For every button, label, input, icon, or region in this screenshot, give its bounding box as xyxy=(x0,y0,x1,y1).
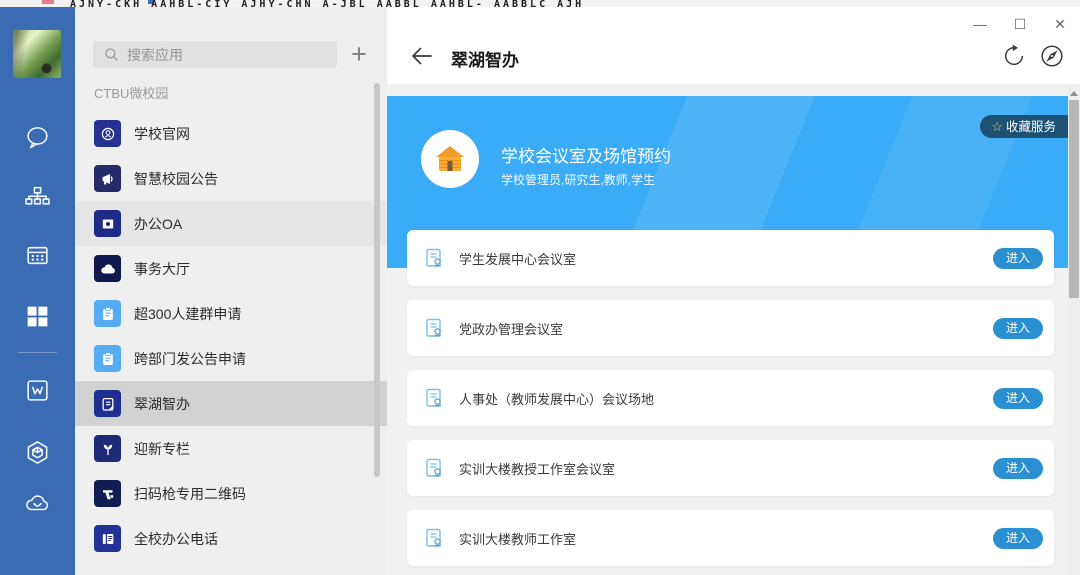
workbench-icon[interactable] xyxy=(24,303,51,330)
drive-icon[interactable] xyxy=(24,439,51,466)
app-label: 翠湖智办 xyxy=(134,394,190,414)
enter-button[interactable]: 进入 xyxy=(993,318,1043,339)
search-input[interactable] xyxy=(127,47,317,63)
meeting-icon[interactable] xyxy=(24,490,51,517)
clipboard-icon xyxy=(94,345,121,372)
app-list-item[interactable]: 跨部门发公告申请 xyxy=(75,336,387,381)
hut-icon xyxy=(421,130,479,188)
contacts-icon[interactable] xyxy=(24,184,51,211)
app-list-scrollbar-thumb[interactable] xyxy=(374,83,380,477)
app-label: 全校办公电话 xyxy=(134,529,218,549)
artifact-text: AJNY-CKH AAHBL-CIY AJHY-CHN A-JBL AABBL … xyxy=(0,0,584,7)
app-label: 办公OA xyxy=(134,214,182,234)
back-arrow-icon[interactable] xyxy=(409,43,435,69)
app-list-item[interactable]: 超300人建群申请 xyxy=(75,291,387,336)
rail-divider xyxy=(18,352,57,353)
app-label: 智慧校园公告 xyxy=(134,169,218,189)
favorite-service-badge[interactable]: ☆收藏服务 xyxy=(980,115,1068,138)
main-scrollbar-thumb[interactable] xyxy=(1069,100,1079,298)
app-label: 超300人建群申请 xyxy=(134,304,241,324)
nav-rail xyxy=(0,7,75,575)
app-list-item[interactable]: 迎新专栏 xyxy=(75,426,387,471)
cloud-service-icon xyxy=(94,255,121,282)
section-label: CTBU微校园 xyxy=(94,83,168,102)
enter-button[interactable]: 进入 xyxy=(993,458,1043,479)
app-window: AJNY-CKH AAHBL-CIY AJHY-CHN A-JBL AABBL … xyxy=(0,0,1080,575)
document-stamp-icon xyxy=(424,527,446,549)
room-name: 实训大楼教师工作室 xyxy=(459,529,576,548)
sprout-icon xyxy=(94,435,121,462)
enter-button[interactable]: 进入 xyxy=(993,388,1043,409)
background-window-artifacts: AJNY-CKH AAHBL-CIY AJHY-CHN A-JBL AABBL … xyxy=(0,0,1080,7)
scanner-icon xyxy=(94,480,121,507)
avatar[interactable] xyxy=(13,30,61,78)
minimize-button[interactable]: — xyxy=(960,13,1000,35)
room-card[interactable]: 学生发展中心会议室 进入 xyxy=(407,230,1054,286)
calendar-icon[interactable] xyxy=(24,242,51,269)
app-list-item[interactable]: 全校办公电话 xyxy=(75,516,387,561)
oa-doc-icon xyxy=(94,210,121,237)
scroll-up-arrow-icon[interactable] xyxy=(1070,91,1078,96)
close-button[interactable]: ✕ xyxy=(1040,13,1080,35)
tablet-book-icon xyxy=(94,390,121,417)
app-list-item[interactable]: 办公OA xyxy=(75,201,387,246)
compass-icon[interactable] xyxy=(1039,43,1065,69)
service-page: 学校会议室及场馆预约 学校管理员,研究生,教师,学生 ☆收藏服务 学生发展中心会… xyxy=(387,84,1080,575)
banner-subtitle: 学校管理员,研究生,教师,学生 xyxy=(501,171,655,188)
document-stamp-icon xyxy=(424,387,446,409)
app-list-item[interactable]: 学校官网 xyxy=(75,111,387,156)
docs-icon[interactable] xyxy=(24,377,51,404)
document-stamp-icon xyxy=(424,457,446,479)
app-list-item[interactable]: 事务大厅 xyxy=(75,246,387,291)
search-icon xyxy=(104,47,119,62)
main-area: — ☐ ✕ 翠湖智办 xyxy=(387,7,1080,575)
enter-button[interactable]: 进入 xyxy=(993,528,1043,549)
star-icon: ☆ xyxy=(991,119,1003,134)
badge-label: 收藏服务 xyxy=(1006,120,1056,134)
room-card[interactable]: 人事处（教师发展中心）会议场地 进入 xyxy=(407,370,1054,426)
document-stamp-icon xyxy=(424,247,446,269)
app-list-item[interactable]: 扫码枪专用二维码 xyxy=(75,471,387,516)
app-label: 事务大厅 xyxy=(134,259,190,279)
document-stamp-icon xyxy=(424,317,446,339)
chat-icon[interactable] xyxy=(24,124,51,151)
app-panel: + CTBU微校园 学校官网智慧校园公告办公OA 事务大厅超300人建群申请跨部门… xyxy=(75,7,387,575)
search-box[interactable] xyxy=(93,41,337,68)
banner-title: 学校会议室及场馆预约 xyxy=(501,142,671,167)
window-controls: — ☐ ✕ xyxy=(960,13,1080,35)
refresh-icon[interactable] xyxy=(1001,43,1027,69)
main-scrollbar[interactable] xyxy=(1068,84,1080,575)
room-name: 实训大楼教授工作室会议室 xyxy=(459,459,615,478)
room-name: 学生发展中心会议室 xyxy=(459,249,576,268)
room-card[interactable]: 实训大楼教师工作室 进入 xyxy=(407,510,1054,566)
clipboard-icon xyxy=(94,300,121,327)
app-label: 学校官网 xyxy=(134,124,190,144)
add-app-button[interactable]: + xyxy=(345,40,373,68)
app-list-item[interactable]: 智慧校园公告 xyxy=(75,156,387,201)
app-list: 学校官网智慧校园公告办公OA 事务大厅超300人建群申请跨部门发公告申请翠湖智办迎… xyxy=(75,111,387,561)
app-label: 迎新专栏 xyxy=(134,439,190,459)
app-list-item[interactable]: 翠湖智办 xyxy=(75,381,387,426)
school-emblem-icon xyxy=(94,120,121,147)
room-name: 人事处（教师发展中心）会议场地 xyxy=(459,389,654,408)
page-title: 翠湖智办 xyxy=(451,46,519,71)
room-name: 党政办管理会议室 xyxy=(459,319,563,338)
main-header: — ☐ ✕ 翠湖智办 xyxy=(387,7,1080,84)
enter-button[interactable]: 进入 xyxy=(993,248,1043,269)
maximize-button[interactable]: ☐ xyxy=(1000,13,1040,35)
app-label: 跨部门发公告申请 xyxy=(134,349,246,369)
room-card[interactable]: 实训大楼教授工作室会议室 进入 xyxy=(407,440,1054,496)
room-card[interactable]: 党政办管理会议室 进入 xyxy=(407,300,1054,356)
fax-phone-icon xyxy=(94,525,121,552)
megaphone-icon xyxy=(94,165,121,192)
app-label: 扫码枪专用二维码 xyxy=(134,484,246,504)
